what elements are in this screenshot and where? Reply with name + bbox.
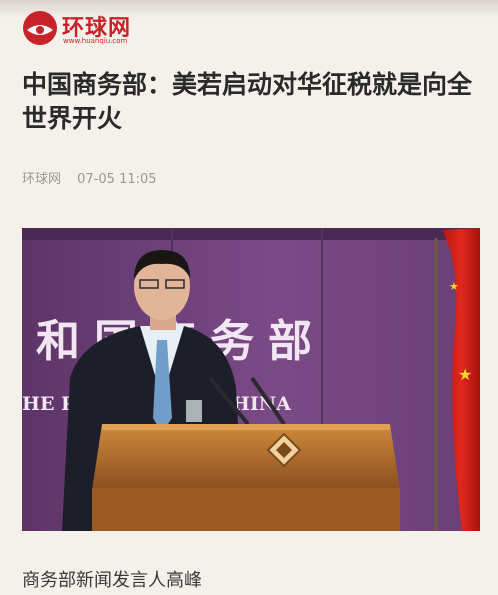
article-photo[interactable]: 和国商务部 HE PE LIC OF CHINA ★ ★ — [22, 228, 480, 531]
article-source[interactable]: 环球网 — [22, 172, 61, 187]
article-headline: 中国商务部：美若启动对华征税就是向全世界开火 — [22, 70, 473, 133]
article-screen: 环球网 www.huanqiu.com 中国商务部：美若启动对华征税就是向全世界… — [0, 0, 498, 595]
globe-logo-icon — [23, 11, 57, 45]
svg-text:★: ★ — [449, 280, 459, 293]
site-logo[interactable]: 环球网 www.huanqiu.com — [22, 8, 152, 50]
logo-url: www.huanqiu.com — [63, 37, 128, 45]
svg-text:★: ★ — [458, 365, 472, 384]
article-timestamp: 07-05 11:05 — [77, 172, 157, 187]
water-glass — [186, 400, 202, 422]
article-meta: 环球网 07-05 11:05 — [22, 168, 157, 187]
press-conference-photo: 和国商务部 HE PE LIC OF CHINA ★ ★ — [22, 228, 480, 531]
podium — [92, 424, 400, 531]
photo-caption: 商务部新闻发言人高峰 — [22, 570, 202, 591]
